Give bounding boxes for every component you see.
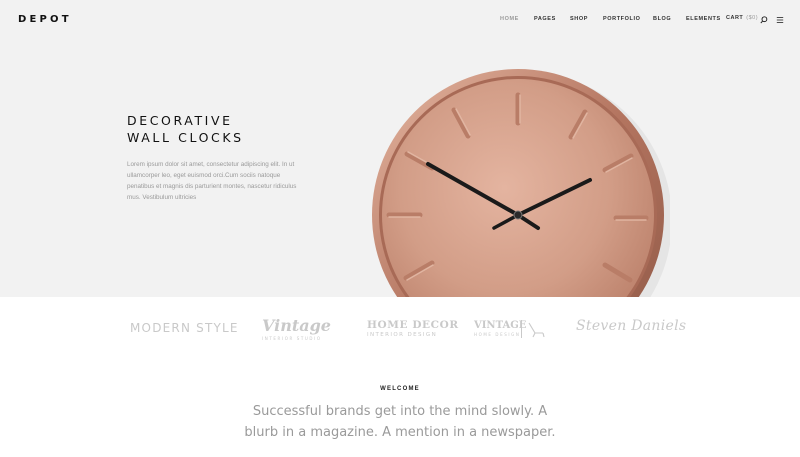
nav-home[interactable]: HOME (500, 16, 519, 22)
welcome-label: WELCOME (380, 386, 420, 392)
wall-clock-image (372, 69, 670, 297)
brand-modern-style[interactable]: MODERN STYLE (130, 321, 239, 335)
brand-vintage-home-name: VINTAGE (474, 320, 527, 331)
brand-home-decor-name: HOME DECOR (367, 319, 459, 331)
brand-divider (521, 320, 522, 338)
nav-elements[interactable]: ELEMENTS (686, 16, 721, 22)
cart-label: CART (726, 15, 744, 21)
search-icon[interactable] (760, 16, 768, 24)
hero-description: Lorem ipsum dolor sit amet, consectetur … (127, 161, 297, 201)
nav-blog[interactable]: BLOG (653, 16, 671, 22)
welcome-text: Successful brands get into the mind slow… (244, 404, 556, 440)
hero-section: DECORATIVE WALL CLOCKS Lorem ipsum dolor… (0, 0, 800, 297)
brand-vintage-sub: INTERIOR STUDIO (262, 336, 322, 341)
brand-home-decor[interactable]: HOME DECOR INTERIOR DESIGN (367, 319, 459, 338)
nav-shop[interactable]: SHOP (570, 16, 588, 22)
hero-title-line1: DECORATIVE (127, 113, 233, 128)
hamburger-menu-icon[interactable] (776, 16, 784, 24)
chair-icon (528, 322, 545, 338)
hero-title: DECORATIVE WALL CLOCKS (127, 112, 327, 146)
nav-pages[interactable]: PAGES (534, 16, 556, 22)
brand-home-decor-sub: INTERIOR DESIGN (367, 332, 438, 338)
site-header: DEPOT HOME PAGES SHOP PORTFOLIO BLOG ELE… (0, 0, 800, 40)
hero-title-line2: WALL CLOCKS (127, 130, 244, 145)
brand-vintage-home[interactable]: VINTAGE HOME DESIGN (474, 320, 545, 338)
brand-vintage[interactable]: Vintage INTERIOR STUDIO (262, 316, 332, 341)
brand-logos: MODERN STYLE Vintage INTERIOR STUDIO HOM… (0, 297, 800, 359)
site-logo[interactable]: DEPOT (18, 14, 72, 25)
cart-count: ($0) (746, 15, 759, 21)
brand-vintage-name: Vintage (262, 316, 331, 335)
brand-steven-daniels[interactable]: Steven Daniels (576, 318, 686, 334)
cart-link[interactable]: CART ($0) (726, 15, 758, 21)
page: DECORATIVE WALL CLOCKS Lorem ipsum dolor… (0, 0, 800, 457)
brand-vintage-home-sub: HOME DESIGN (474, 332, 521, 337)
nav-portfolio[interactable]: PORTFOLIO (603, 16, 640, 22)
